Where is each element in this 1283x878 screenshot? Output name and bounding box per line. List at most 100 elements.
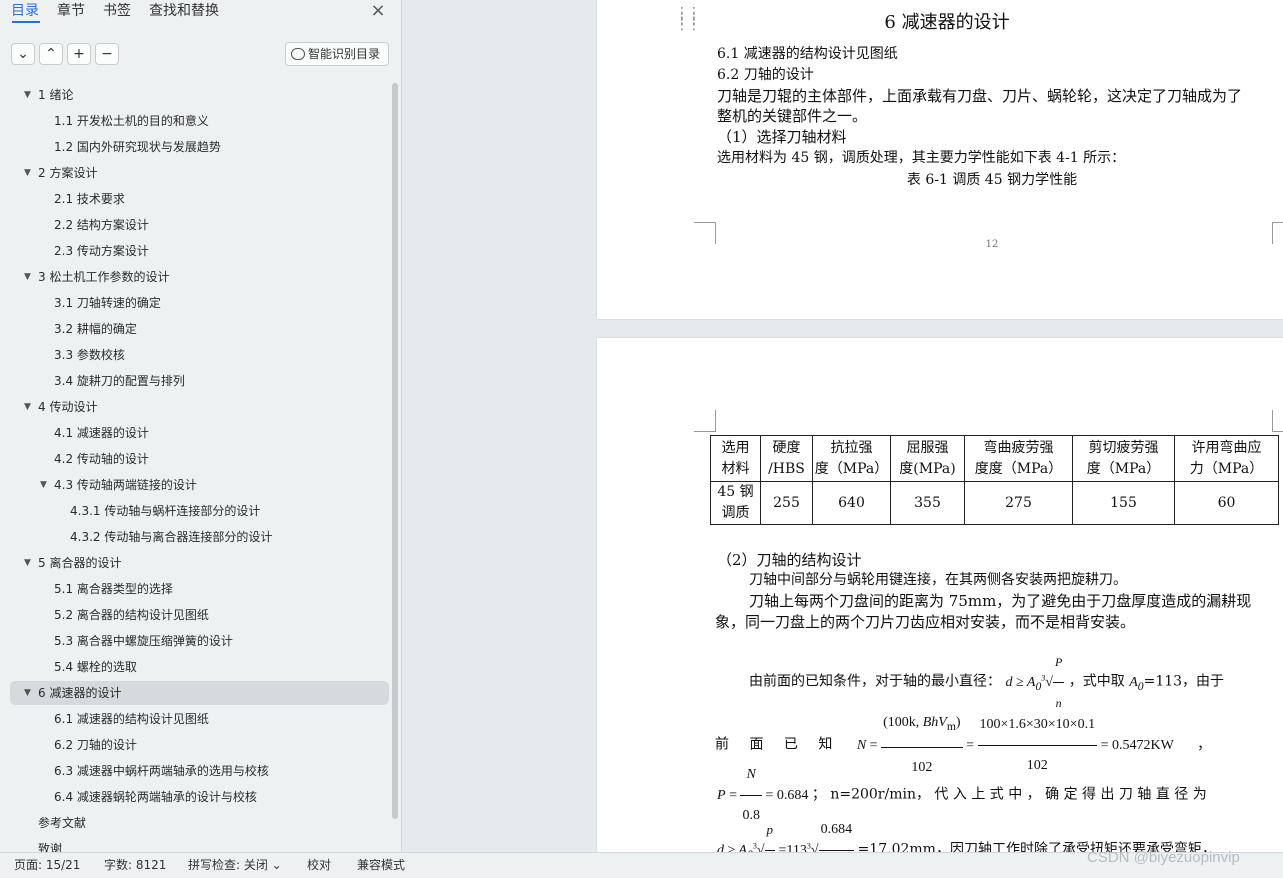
toc-item[interactable]: 6.1 减速器的结构设计见图纸 [0, 707, 392, 731]
expand-arrow-icon[interactable]: ▼ [40, 473, 47, 497]
toc-item-label: 6.1 减速器的结构设计见图纸 [54, 712, 209, 726]
toc-item-label: 2.3 传动方案设计 [54, 244, 149, 258]
expand-arrow-icon[interactable]: ▼ [24, 83, 31, 107]
toc-item-label: 6.2 刀轴的设计 [54, 738, 137, 752]
page-indicator[interactable]: 页面: 15/21 [14, 857, 80, 873]
toc-item[interactable]: 3.2 耕幅的确定 [0, 317, 392, 341]
toc-item-label: 1.1 开发松土机的目的和意义 [54, 114, 209, 128]
proofread-button[interactable]: 校对 [307, 857, 331, 873]
table-cell: 275 [964, 481, 1073, 525]
section-heading: 6 减速器的设计 [884, 12, 1010, 33]
expand-arrow-icon[interactable]: ▼ [24, 681, 31, 705]
toc-item-label: 4.1 减速器的设计 [54, 426, 149, 440]
formula-p: P = N 0.8 = 0.684 [717, 767, 812, 823]
expand-arrow-icon[interactable]: ▼ [24, 551, 31, 575]
toc-item[interactable]: 参考文献 [0, 811, 392, 835]
plus-icon: + [73, 46, 85, 62]
active-tab-indicator [12, 21, 40, 23]
toc-item-label: 3.1 刀轴转速的确定 [54, 296, 161, 310]
remove-heading-button[interactable]: − [95, 43, 119, 65]
toc-item[interactable]: 2.3 传动方案设计 [0, 239, 392, 263]
toc-item[interactable]: ▼ 4.3 传动轴两端链接的设计 [0, 473, 392, 497]
toc-item[interactable]: ▼ 5 离合器的设计 [0, 551, 392, 575]
table-header-cell: 许用弯曲应 力（MPa） [1174, 435, 1279, 482]
table-cell: 640 [812, 481, 891, 525]
toc-item-label: 参考文献 [38, 816, 87, 830]
toc-item-label: 3.4 旋耕刀的配置与排列 [54, 374, 185, 388]
add-heading-button[interactable]: + [67, 43, 91, 65]
toc-item[interactable]: 4.3.1 传动轴与蜗杆连接部分的设计 [0, 499, 392, 523]
toc-item[interactable]: 2.1 技术要求 [0, 187, 392, 211]
toc-item[interactable]: ▼ 3 松土机工作参数的设计 [0, 265, 392, 289]
toc-item-label: 2.2 结构方案设计 [54, 218, 149, 232]
table-caption: 表 6-1 调质 45 钢力学性能 [906, 172, 1078, 188]
toc-item[interactable]: ▼ 6 减速器的设计 [10, 681, 389, 705]
toc-item[interactable]: 3.3 参数校核 [0, 343, 392, 367]
toc-item[interactable]: 6.4 减速器蜗轮两端轴承的设计与校核 [0, 785, 392, 809]
toc-item[interactable]: 4.1 减速器的设计 [0, 421, 392, 445]
word-count[interactable]: 字数: 8121 [104, 857, 166, 873]
crop-mark [694, 410, 716, 432]
toc-item[interactable]: 3.4 旋耕刀的配置与排列 [0, 369, 392, 393]
toc-item-label: 4.3.1 传动轴与蜗杆连接部分的设计 [70, 504, 261, 518]
collapse-all-button[interactable]: ⌄ [11, 43, 35, 65]
formula-min-diameter: d ≥ A03√ Pn [1005, 655, 1065, 710]
paragraph: 选用材料为 45 钢，调质处理，其主要力学性能如下表 4-1 所示： [717, 150, 1126, 166]
paragraph: 象，同一刀盘上的两个刀片刀齿应相对安装，而不是相背安装。 [715, 613, 1136, 631]
paragraph: 6.1 减速器的结构设计见图纸 [717, 46, 898, 62]
table-header-cell: 抗拉强 度（MPa） [812, 435, 891, 482]
toc-item[interactable]: 6.3 减速器中蜗杆两端轴承的选用与校核 [0, 759, 392, 783]
toc-item[interactable]: 4.2 传动轴的设计 [0, 447, 392, 471]
crop-mark [1272, 410, 1283, 432]
toc-item-label: 4.2 传动轴的设计 [54, 452, 149, 466]
toc-item[interactable]: 5.1 离合器类型的选择 [0, 577, 392, 601]
tab-toc[interactable]: 目录 [11, 1, 39, 21]
formula-line: d ≥ A03√pn =1133√0.684200 =17.02mm，因刀轴工作… [717, 810, 1216, 852]
toc-item[interactable]: 3.1 刀轴转速的确定 [0, 291, 392, 315]
toc-item-label: 1.2 国内外研究现状与发展趋势 [54, 140, 221, 154]
toc-item-label: 3.3 参数校核 [54, 348, 125, 362]
toc-item[interactable]: 6.2 刀轴的设计 [0, 733, 392, 757]
toc-item[interactable]: 5.3 离合器中螺旋压缩弹簧的设计 [0, 629, 392, 653]
toc-item[interactable]: 4.3.2 传动轴与离合器连接部分的设计 [0, 525, 392, 549]
toc-item[interactable]: 1.1 开发松土机的目的和意义 [0, 109, 392, 133]
nav-tabs: 目录 章节 书签 查找和替换 × [0, 0, 402, 26]
expand-arrow-icon[interactable]: ▼ [24, 161, 31, 185]
toc-scrollbar[interactable] [392, 83, 398, 819]
table-cell: 60 [1174, 481, 1279, 525]
expand-arrow-icon[interactable]: ▼ [24, 265, 31, 289]
toc-item-label: 5.4 螺栓的选取 [54, 660, 137, 674]
toc-item-label: 5 离合器的设计 [38, 556, 122, 570]
formula-text: ，式中取 [1068, 673, 1125, 690]
toc-item-label: 4.3.2 传动轴与离合器连接部分的设计 [70, 530, 273, 544]
compat-mode-label: 兼容模式 [357, 858, 406, 872]
table-header-cell: 选用 材料 [710, 435, 761, 482]
toc-item[interactable]: ▼ 4 传动设计 [0, 395, 392, 419]
page-number: 12 [985, 239, 999, 250]
smart-toc-button[interactable]: 智能识别目录 [285, 42, 389, 66]
toc-item[interactable]: 2.2 结构方案设计 [0, 213, 392, 237]
minus-icon: − [101, 46, 113, 62]
toc-item[interactable]: 5.2 离合器的结构设计见图纸 [0, 603, 392, 627]
table-header-row: 选用 材料 硬度/HBS 抗拉强 度（MPa） 屈服强 度(MPa) 弯曲疲劳强 度度（… [710, 435, 1279, 482]
paragraph: （2）刀轴的结构设计 [717, 551, 862, 569]
chevron-down-icon: ⌄ [17, 46, 29, 62]
tab-chapters[interactable]: 章节 [57, 1, 85, 21]
toc-item[interactable]: 5.4 螺栓的选取 [0, 655, 392, 679]
formula-text: =113，由于 [1143, 673, 1225, 690]
table-cell: 155 [1072, 481, 1175, 525]
tab-find-replace[interactable]: 查找和替换 [149, 1, 219, 21]
expand-arrow-icon[interactable]: ▼ [24, 395, 31, 419]
toc-item[interactable]: ▼ 1 绪论 [0, 83, 392, 107]
paragraph: 6.2 刀轴的设计 [717, 67, 814, 83]
formula-power: N = (100k, BhVm) 102 = 100×1.6×30×10×0.1 1… [857, 715, 1177, 775]
toc-item[interactable]: 1.2 国内外研究现状与发展趋势 [0, 135, 392, 159]
table-cell: 355 [890, 481, 965, 525]
close-icon[interactable]: × [368, 0, 388, 22]
toc-item-label: 3 松土机工作参数的设计 [38, 270, 170, 284]
tab-bookmarks[interactable]: 书签 [103, 1, 131, 21]
document-area: ⋮⋮ ⋮⋮ ⋮⋮ 6 减速器的设计 6.1 减速器的结构设计见图纸 6.2 刀轴的设… [403, 0, 1283, 852]
toc-item[interactable]: ▼ 2 方案设计 [0, 161, 392, 185]
expand-all-button[interactable]: ⌃ [39, 43, 63, 65]
spell-check-toggle[interactable]: 拼写检查: 关闭 ⌄ [188, 857, 282, 873]
